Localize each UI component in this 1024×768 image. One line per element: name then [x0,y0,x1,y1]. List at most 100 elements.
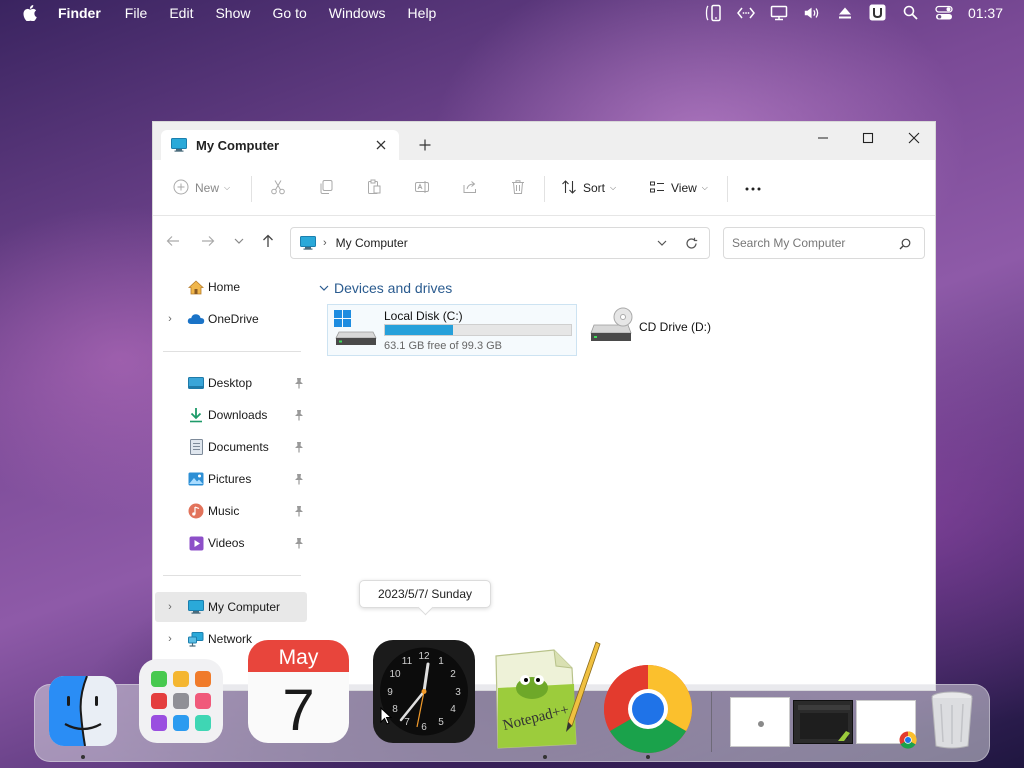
sidebar-item-my-computer[interactable]: › My Computer [155,592,307,622]
new-button[interactable]: New ⌵ [173,176,230,200]
pin-icon[interactable] [293,408,305,422]
cut-button[interactable] [270,176,286,200]
rename-button[interactable] [414,176,430,200]
more-options-button[interactable] [744,176,762,200]
maximize-icon[interactable] [848,126,888,150]
calendar-month: May [279,646,319,669]
code-icon[interactable] [736,4,755,22]
expand-chevron-icon[interactable]: › [165,601,175,613]
u-icon[interactable] [869,4,887,22]
dock-launchpad[interactable] [137,657,225,745]
dock-chrome[interactable] [603,664,693,754]
sidebar-item-documents[interactable]: Documents [155,432,307,462]
dock-minimized-window-1[interactable] [730,697,790,747]
sidebar-item-label: My Computer [208,600,281,614]
new-tab-icon[interactable] [416,136,434,154]
mouse-cursor-icon [380,706,393,725]
sidebar-item-downloads[interactable]: Downloads [155,400,307,430]
drive-local-disk-c[interactable]: Local Disk (C:) 63.1 GB free of 99.3 GB [327,304,577,356]
pin-icon[interactable] [293,376,305,390]
trash-icon [931,691,973,749]
sidebar-item-onedrive[interactable]: › OneDrive [155,304,307,334]
drive-free-space: 63.1 GB free of 99.3 GB [384,340,503,352]
sidebar-item-home[interactable]: Home [155,272,307,302]
expand-chevron-icon[interactable]: › [165,313,175,325]
dock-calendar[interactable]: May 7 [248,640,349,743]
expand-chevron-icon[interactable]: › [165,633,175,645]
paste-button[interactable] [366,176,382,200]
back-arrow-icon[interactable] [162,230,184,252]
refresh-icon[interactable] [683,235,699,251]
menu-windows[interactable]: Windows [329,5,386,21]
menu-show[interactable]: Show [215,5,250,21]
phone-icon[interactable] [704,4,722,22]
drive-name: Local Disk (C:) [384,309,463,323]
dock-clock[interactable]: 12 1 2 3 4567 8 9 10 11 [373,640,475,743]
finder-icon [49,675,117,747]
minimize-icon[interactable] [803,126,843,150]
devices-and-drives-header[interactable]: Devices and drives [318,280,452,296]
svg-text:11: 11 [402,656,413,667]
volume-icon[interactable] [803,4,821,22]
tab-title: My Computer [196,137,280,153]
sidebar-item-music[interactable]: Music [155,496,307,526]
menu-finder[interactable]: Finder [58,5,101,21]
close-window-icon[interactable] [894,126,934,150]
search-icon[interactable] [898,237,912,251]
chevron-down-icon: ⌵ [701,183,708,192]
new-label: New [195,181,220,195]
breadcrumb[interactable]: My Computer [336,236,408,250]
menu-help[interactable]: Help [408,5,437,21]
view-button[interactable]: View ⌵ [649,176,708,200]
display-icon[interactable] [770,4,788,22]
windows-drive-icon [333,308,379,348]
pin-icon[interactable] [293,536,305,550]
forward-arrow-icon[interactable] [197,230,219,252]
sort-button[interactable]: Sort ⌵ [561,176,616,200]
apple-logo-icon[interactable] [21,4,39,22]
sidebar-item-desktop[interactable]: Desktop [155,368,307,398]
menu-edit[interactable]: Edit [169,5,193,21]
dock-notepad-plus-plus[interactable]: Notepad++ [492,640,602,750]
address-dropdown-icon[interactable] [655,236,669,250]
tab-my-computer[interactable]: My Computer [161,130,399,160]
drive-cd-d[interactable]: CD Drive (D:) [583,304,743,356]
delete-button[interactable] [510,176,526,200]
menu-file[interactable]: File [125,5,148,21]
toolbar-divider [251,176,252,202]
search-icon[interactable] [902,4,920,22]
music-icon [187,503,205,519]
sidebar-item-label: Music [208,504,240,518]
breadcrumb-chevron-icon[interactable]: › [323,237,327,249]
eject-icon[interactable] [836,4,854,22]
cd-drive-icon [588,307,634,347]
address-bar[interactable]: › My Computer [290,227,710,259]
share-button[interactable] [462,176,478,200]
search-input[interactable] [732,236,892,250]
pin-icon[interactable] [293,472,305,486]
copy-button[interactable] [318,176,334,200]
dock-minimized-window-3[interactable] [856,700,917,749]
pin-icon[interactable] [293,440,305,454]
menu-bar: Finder File Edit Show Go to Windows Help… [0,0,1024,25]
launchpad-icon [139,659,223,743]
pin-icon[interactable] [293,504,305,518]
collapse-chevron-icon[interactable] [318,285,330,291]
sidebar-item-videos[interactable]: Videos [155,528,307,558]
up-arrow-icon[interactable] [257,230,279,252]
window-thumbnail-icon [798,705,850,741]
dock-trash[interactable] [928,690,976,750]
sidebar-item-label: Downloads [208,408,268,422]
close-tab-icon[interactable] [373,137,389,153]
window-thumbnail-icon [757,717,765,727]
dock-minimized-window-2[interactable] [793,700,853,744]
sidebar-item-pictures[interactable]: Pictures [155,464,307,494]
dock-finder[interactable] [49,675,117,747]
recent-chevron-down-icon[interactable] [228,230,250,252]
control-center-icon[interactable] [935,4,953,22]
menu-go-to[interactable]: Go to [273,5,307,21]
search-box[interactable] [723,227,925,259]
section-title: Devices and drives [334,280,453,296]
menubar-clock[interactable]: 01:37 [968,5,1003,21]
sidebar-divider [163,575,301,576]
